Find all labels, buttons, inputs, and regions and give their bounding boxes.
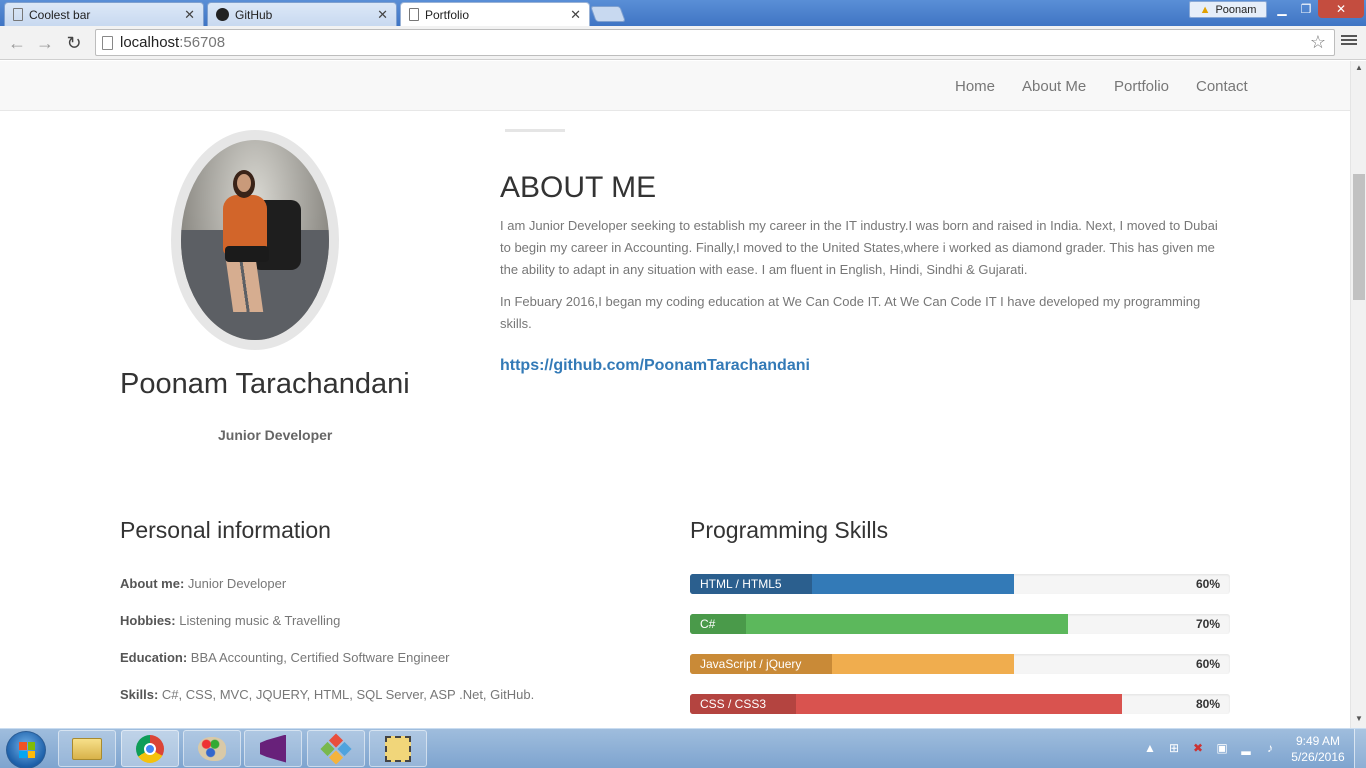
info-label: Skills:	[120, 687, 159, 702]
skill-name: C#	[690, 614, 746, 634]
info-label: Education:	[120, 650, 188, 665]
tab-title: Coolest bar	[29, 7, 91, 22]
skill-bar-csharp: C# 70%	[690, 614, 1230, 634]
info-row: About me: Junior Developer	[120, 576, 286, 591]
chrome-icon[interactable]	[121, 730, 179, 767]
page-viewport: Home About Me Portfolio Contact Poonam T…	[0, 61, 1350, 728]
close-tab-icon[interactable]: ✕	[377, 7, 388, 23]
info-label: Hobbies:	[120, 613, 176, 628]
skill-bar-fill	[690, 614, 1068, 634]
nav-home[interactable]: Home	[955, 78, 995, 95]
browser-titlebar: Coolest bar ✕ GitHub ✕ Portfolio ✕ ▲ Poo…	[0, 0, 1366, 26]
tab-github[interactable]: GitHub ✕	[207, 2, 397, 26]
warning-icon: ▲	[1199, 3, 1211, 16]
browser-toolbar: ← → ↻ localhost:56708 ☆	[0, 26, 1366, 60]
visual-studio-icon[interactable]	[244, 730, 302, 767]
nav-about-me[interactable]: About Me	[1022, 78, 1086, 95]
scrollbar-thumb[interactable]	[1353, 174, 1365, 300]
tab-title: GitHub	[235, 7, 273, 22]
site-navbar: Home About Me Portfolio Contact	[0, 61, 1350, 111]
close-tab-icon[interactable]: ✕	[184, 7, 195, 23]
skill-percent: 60%	[1195, 657, 1220, 671]
window-close-button[interactable]: ✕	[1318, 0, 1364, 18]
info-row: Skills: C#, CSS, MVC, JQUERY, HTML, SQL …	[120, 687, 534, 702]
network-icon[interactable]: ▂	[1238, 741, 1254, 757]
profile-name-heading: Poonam Tarachandani	[120, 368, 410, 400]
address-bar[interactable]: localhost:56708 ☆	[95, 29, 1335, 56]
skill-bar-html: HTML / HTML5 60%	[690, 574, 1230, 594]
tools-icon[interactable]	[369, 730, 427, 767]
windows-flag-icon[interactable]: ⊞	[1166, 741, 1182, 757]
skill-percent: 70%	[1195, 617, 1220, 631]
skills-title: Programming Skills	[690, 517, 889, 543]
tab-coolest-bar[interactable]: Coolest bar ✕	[4, 2, 204, 26]
file-explorer-icon[interactable]	[58, 730, 116, 767]
action-center-icon[interactable]: ✖	[1190, 741, 1206, 757]
device-icon[interactable]: ▣	[1214, 741, 1230, 757]
skill-bar-javascript: JavaScript / jQuery 60%	[690, 654, 1230, 674]
chrome-menu-icon[interactable]	[1341, 33, 1357, 49]
url-port: :56708	[179, 34, 226, 51]
start-button[interactable]	[6, 731, 46, 768]
about-title: ABOUT ME	[500, 171, 657, 204]
clock[interactable]: 9:49 AM 5/26/2016	[1287, 733, 1349, 765]
personal-info-title: Personal information	[120, 517, 331, 543]
windows-taskbar: ▲ ⊞ ✖ ▣ ▂ ♪ 9:49 AM 5/26/2016	[0, 728, 1366, 768]
avatar	[181, 140, 329, 340]
profile-name: Poonam	[1215, 3, 1257, 16]
page-icon	[13, 8, 23, 21]
nav-portfolio[interactable]: Portfolio	[1114, 78, 1169, 95]
paint-icon[interactable]	[183, 730, 241, 767]
info-value: Junior Developer	[187, 576, 287, 591]
show-desktop-button[interactable]	[1354, 729, 1366, 768]
github-icon	[216, 8, 229, 21]
forward-arrow-icon[interactable]: →	[35, 33, 55, 53]
skill-name: JavaScript / jQuery	[690, 654, 832, 674]
url-host: localhost	[120, 34, 180, 51]
bookmark-star-icon[interactable]: ☆	[1310, 32, 1326, 53]
about-paragraph: I am Junior Developer seeking to establi…	[500, 218, 1218, 277]
profile-button[interactable]: ▲ Poonam	[1189, 1, 1267, 18]
windows-logo-icon	[19, 742, 35, 758]
page-scrollbar[interactable]: ▲ ▼	[1350, 61, 1366, 728]
clock-time: 9:49 AM	[1295, 734, 1341, 748]
skill-name: HTML / HTML5	[690, 574, 812, 594]
skill-percent: 60%	[1195, 577, 1220, 591]
reload-icon[interactable]: ↻	[64, 33, 84, 53]
skill-bar-css: CSS / CSS3 80%	[690, 694, 1230, 714]
restore-button[interactable]: ❐	[1294, 0, 1318, 18]
scroll-down-icon[interactable]: ▼	[1351, 714, 1366, 726]
profile-role: Junior Developer	[218, 427, 333, 443]
back-arrow-icon[interactable]: ←	[7, 33, 27, 53]
tab-portfolio[interactable]: Portfolio ✕	[400, 2, 590, 26]
git-icon[interactable]	[307, 730, 365, 767]
scroll-up-icon[interactable]: ▲	[1351, 63, 1366, 75]
minimize-button[interactable]: ▁	[1270, 0, 1294, 18]
info-value: Listening music & Travelling	[179, 613, 341, 628]
clock-date: 5/26/2016	[1291, 750, 1345, 764]
show-hidden-icons-icon[interactable]: ▲	[1142, 741, 1158, 757]
skill-percent: 80%	[1195, 697, 1220, 711]
divider	[505, 129, 565, 132]
info-row: Education: BBA Accounting, Certified Sof…	[120, 650, 450, 665]
page-icon	[409, 8, 419, 21]
volume-icon[interactable]: ♪	[1262, 741, 1278, 757]
info-row: Hobbies: Listening music & Travelling	[120, 613, 340, 628]
nav-contact[interactable]: Contact	[1196, 78, 1248, 95]
skill-name: CSS / CSS3	[690, 694, 796, 714]
page-info-icon	[102, 36, 113, 50]
info-label: About me:	[120, 576, 185, 591]
new-tab-button[interactable]	[590, 6, 626, 22]
profile-photo	[171, 130, 339, 350]
github-link[interactable]: https://github.com/PoonamTarachandani	[500, 357, 810, 375]
close-tab-icon[interactable]: ✕	[570, 7, 581, 23]
info-value: C#, CSS, MVC, JQUERY, HTML, SQL Server, …	[161, 687, 535, 702]
system-tray: ▲ ⊞ ✖ ▣ ▂ ♪	[1138, 729, 1282, 768]
info-value: BBA Accounting, Certified Software Engin…	[190, 650, 450, 665]
tab-title: Portfolio	[425, 7, 470, 22]
about-paragraph: In Febuary 2016,I began my coding educat…	[500, 294, 1201, 331]
